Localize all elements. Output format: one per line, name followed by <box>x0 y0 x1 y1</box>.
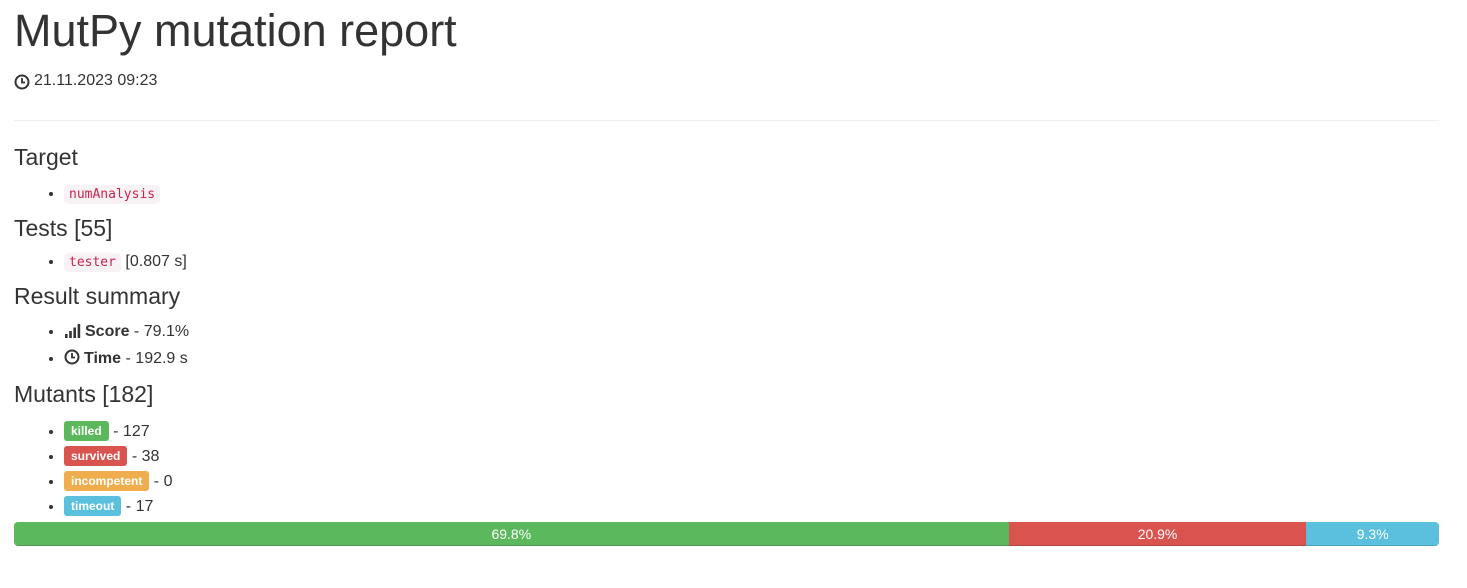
progress-segment-survived: 20.9% <box>1008 521 1307 546</box>
mutant-item-incompetent: incompetent - 0 <box>64 469 1439 494</box>
clock-icon <box>14 74 30 90</box>
survived-badge: survived <box>64 445 128 466</box>
page-title: MutPy mutation report <box>14 5 457 56</box>
clock-icon <box>64 348 80 373</box>
score-value: - 79.1% <box>133 323 190 341</box>
timeout-badge: timeout <box>64 495 122 516</box>
mutants-heading: Mutants [182] <box>14 381 154 408</box>
tests-list: tester [0.807 s] <box>14 249 1439 275</box>
mutant-item-survived: survived - 38 <box>64 444 1439 469</box>
time-item: Time - 192.9 s <box>64 346 1439 373</box>
test-time: [0.807 s] <box>125 253 187 271</box>
test-module: tester <box>64 253 121 273</box>
summary-heading: Result summary <box>14 283 181 310</box>
signal-bars-icon <box>64 321 81 346</box>
list-item: numAnalysis <box>64 181 1439 207</box>
incompetent-badge: incompetent <box>64 470 150 491</box>
score-item: Score - 79.1% <box>64 319 1439 346</box>
report-timestamp: 21.11.2023 09:23 <box>14 71 1439 93</box>
progress-segment-killed: 69.8% <box>14 521 1009 546</box>
mutant-item-timeout: timeout - 17 <box>64 494 1439 519</box>
target-module: numAnalysis <box>64 184 161 204</box>
tests-heading: Tests [55] <box>14 214 113 241</box>
incompetent-count: - 0 <box>153 472 173 490</box>
timeout-count: - 17 <box>125 497 154 515</box>
survived-count: - 38 <box>131 447 160 465</box>
progress-segment-timeout: 9.3% <box>1306 521 1439 546</box>
target-list: numAnalysis <box>14 181 1439 207</box>
target-heading: Target <box>14 143 78 170</box>
killed-count: - 127 <box>113 422 150 440</box>
summary-section: Result summary Score - 79.1% <box>14 283 1439 373</box>
target-section: Target numAnalysis <box>14 143 1439 207</box>
mutants-list: killed - 127 survived - 38 incompetent -… <box>14 419 1439 519</box>
time-value: - 192.9 s <box>125 350 188 368</box>
report-container: MutPy mutation report 21.11.2023 09:23 T… <box>0 6 1467 546</box>
summary-list: Score - 79.1% Time - 192.9 s <box>14 319 1439 373</box>
mutation-progress-bar: 69.8% 20.9% 9.3% <box>14 521 1439 546</box>
time-label: Time <box>84 350 122 368</box>
killed-badge: killed <box>64 420 109 441</box>
mutants-section: Mutants [182] killed - 127 survived - 38… <box>14 382 1439 518</box>
mutant-item-killed: killed - 127 <box>64 419 1439 444</box>
tests-section: Tests [55] tester [0.807 s] <box>14 214 1439 275</box>
timestamp-text: 21.11.2023 09:23 <box>34 72 158 90</box>
divider <box>14 119 1439 121</box>
score-label: Score <box>85 323 130 341</box>
list-item: tester [0.807 s] <box>64 249 1439 275</box>
